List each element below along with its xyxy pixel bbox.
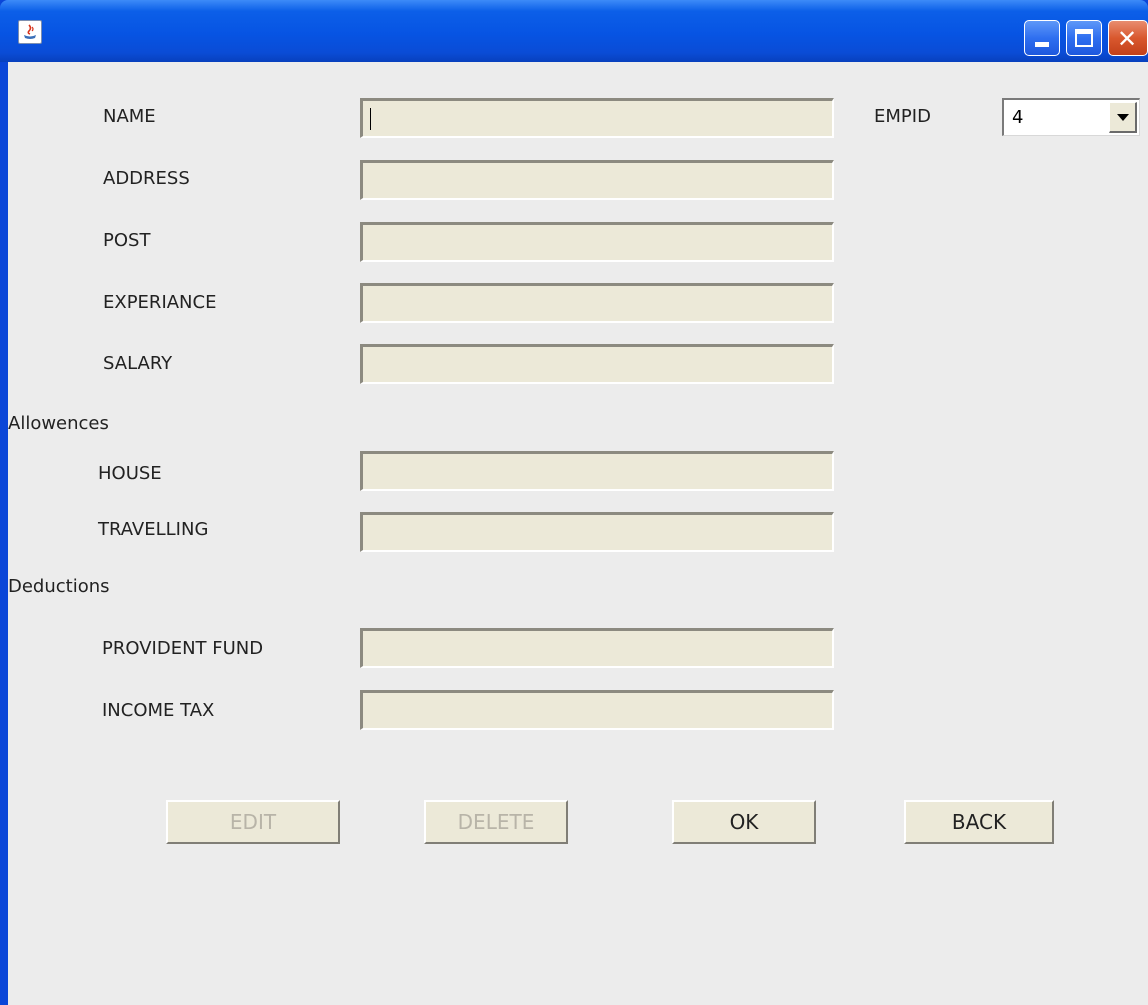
name-label: NAME <box>103 106 156 127</box>
edit-button[interactable]: EDIT <box>166 800 340 844</box>
provident-fund-label: PROVIDENT FUND <box>102 638 264 659</box>
allowances-heading: Allowences <box>8 413 109 434</box>
experiance-label: EXPERIANCE <box>103 292 217 313</box>
app-window: ✕ NAME ADDRESS POST EXPERIANCE SALARY Al… <box>0 0 1148 1005</box>
ok-button[interactable]: OK <box>672 800 816 844</box>
post-label: POST <box>103 230 151 251</box>
back-button[interactable]: BACK <box>904 800 1054 844</box>
minimize-icon <box>1035 42 1049 47</box>
salary-field[interactable] <box>360 344 834 384</box>
dropdown-button[interactable] <box>1109 102 1137 133</box>
delete-button[interactable]: DELETE <box>424 800 568 844</box>
title-bar[interactable]: ✕ <box>0 0 1148 62</box>
maximize-button[interactable] <box>1066 20 1102 56</box>
minimize-button[interactable] <box>1024 20 1060 56</box>
maximize-icon <box>1075 29 1093 47</box>
java-icon[interactable] <box>18 20 42 44</box>
post-field[interactable] <box>360 222 834 262</box>
travelling-label: TRAVELLING <box>98 519 209 540</box>
travelling-field[interactable] <box>360 512 834 552</box>
address-field[interactable] <box>360 160 834 200</box>
salary-label: SALARY <box>103 353 173 374</box>
experiance-field[interactable] <box>360 283 834 323</box>
income-tax-field[interactable] <box>360 690 834 730</box>
chevron-down-icon <box>1117 114 1129 121</box>
empid-selected-value: 4 <box>1012 107 1024 128</box>
close-icon: ✕ <box>1117 25 1138 53</box>
form-panel: NAME ADDRESS POST EXPERIANCE SALARY Allo… <box>8 62 1148 1005</box>
text-caret <box>370 108 371 130</box>
house-label: HOUSE <box>98 463 162 484</box>
empid-select[interactable]: 4 <box>1002 98 1140 136</box>
empid-label: EMPID <box>874 106 931 127</box>
address-label: ADDRESS <box>103 168 190 189</box>
close-button[interactable]: ✕ <box>1108 20 1148 56</box>
deductions-heading: Deductions <box>8 576 110 597</box>
income-tax-label: INCOME TAX <box>102 700 215 721</box>
house-field[interactable] <box>360 451 834 491</box>
name-field[interactable] <box>360 98 834 138</box>
provident-fund-field[interactable] <box>360 628 834 668</box>
